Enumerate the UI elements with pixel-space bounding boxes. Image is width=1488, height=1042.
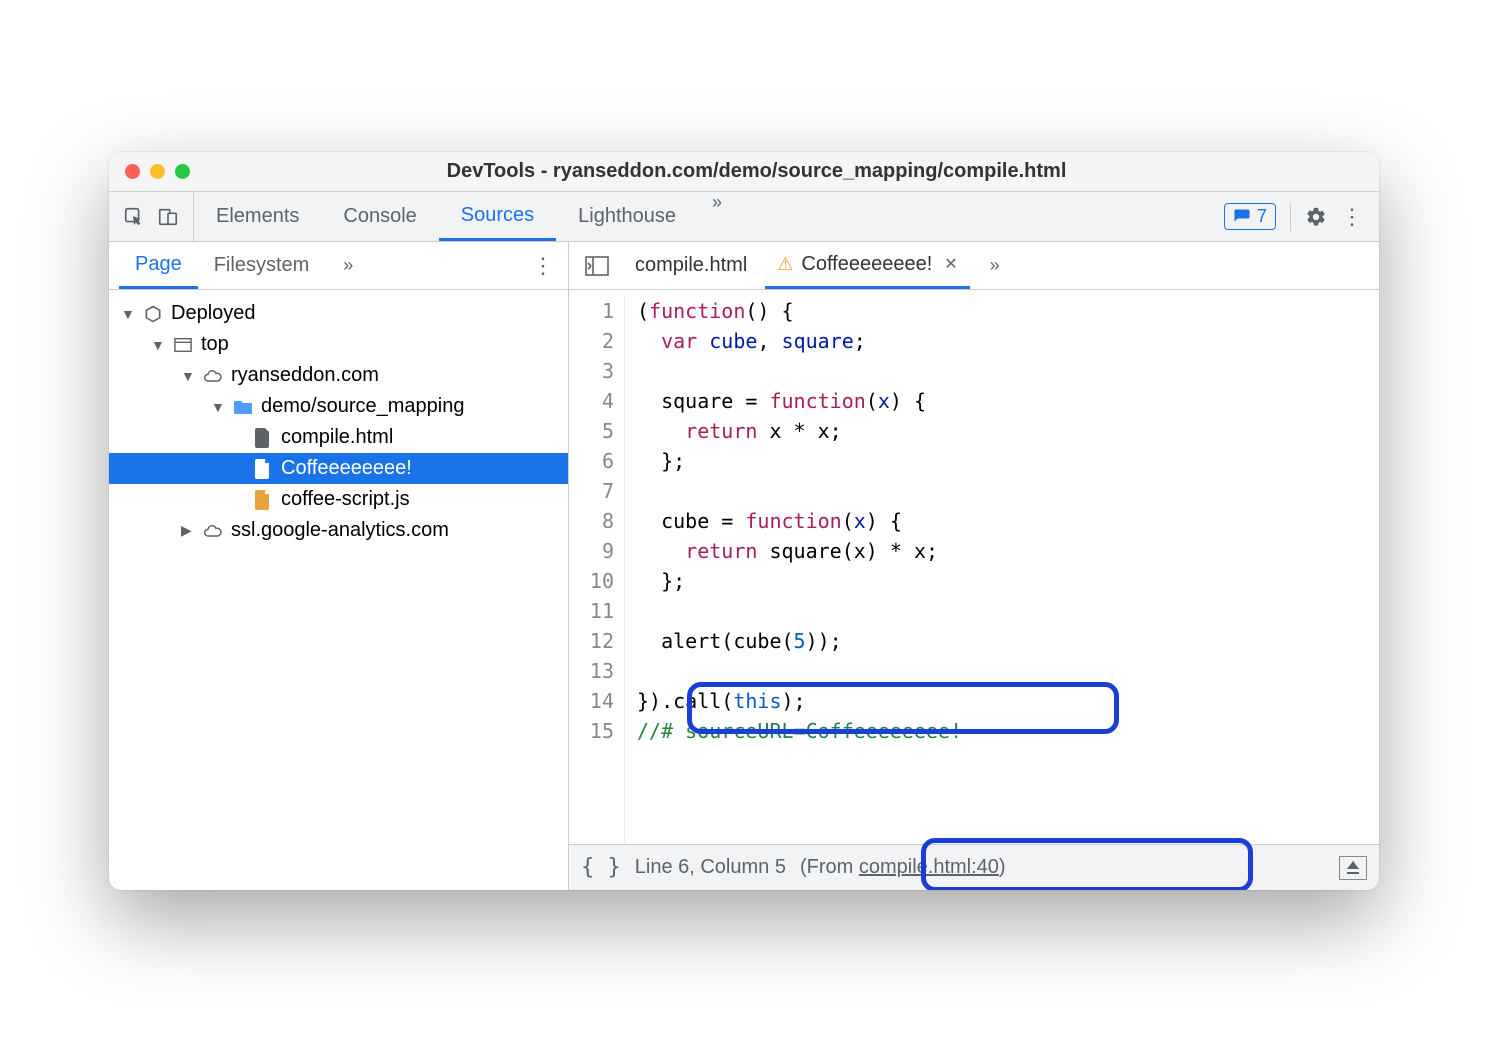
- show-debugger-button[interactable]: [1339, 856, 1367, 880]
- editor-statusbar: { } Line 6, Column 5 (From compile.html:…: [569, 844, 1379, 890]
- subtab-page[interactable]: Page: [119, 242, 198, 289]
- kebab-menu-icon[interactable]: ⋮: [1341, 206, 1363, 228]
- tab-sources[interactable]: Sources: [439, 192, 556, 241]
- window-title: DevTools - ryanseddon.com/demo/source_ma…: [150, 160, 1363, 183]
- tree-frame-top[interactable]: ▼ top: [109, 329, 568, 360]
- warning-icon: ⚠: [777, 254, 793, 275]
- line-gutter: 123456789101112131415: [569, 296, 625, 844]
- code-content[interactable]: (function() { var cube, square; square =…: [625, 296, 962, 844]
- close-window-button[interactable]: [125, 164, 140, 179]
- tree-domain-analytics[interactable]: ▶ ssl.google-analytics.com: [109, 515, 568, 546]
- tree-file-coffee[interactable]: Coffeeeeeeee!: [109, 453, 568, 484]
- cloud-icon: [203, 521, 223, 541]
- tab-lighthouse[interactable]: Lighthouse: [556, 192, 698, 241]
- cube-icon: [143, 304, 163, 324]
- tree-folder[interactable]: ▼ demo/source_mapping: [109, 391, 568, 422]
- tree-domain-ryanseddon[interactable]: ▼ ryanseddon.com: [109, 360, 568, 391]
- code-editor[interactable]: 123456789101112131415 (function() { var …: [569, 290, 1379, 890]
- annotation-highlight-sourceurl: [687, 682, 1119, 734]
- cloud-icon: [203, 366, 223, 386]
- devtools-window: DevTools - ryanseddon.com/demo/source_ma…: [109, 152, 1379, 890]
- titlebar: DevTools - ryanseddon.com/demo/source_ma…: [109, 152, 1379, 192]
- navigator-menu-icon[interactable]: ⋮: [518, 253, 568, 279]
- file-icon: [253, 459, 273, 479]
- feedback-count: 7: [1257, 206, 1267, 227]
- file-tab-compile[interactable]: compile.html: [623, 242, 759, 289]
- device-toolbar-icon[interactable]: [157, 206, 179, 228]
- more-filetabs-button[interactable]: »: [976, 255, 1014, 276]
- subtab-filesystem[interactable]: Filesystem: [198, 242, 326, 289]
- close-tab-button[interactable]: ✕: [944, 254, 957, 274]
- feedback-badge[interactable]: 7: [1224, 203, 1276, 230]
- more-tabs-button[interactable]: »: [698, 192, 736, 241]
- file-icon: [253, 428, 273, 448]
- panel-tabs: Elements Console Sources Lighthouse »: [194, 192, 736, 241]
- main-toolbar: Elements Console Sources Lighthouse » 7 …: [109, 192, 1379, 242]
- tab-console[interactable]: Console: [321, 192, 438, 241]
- sources-subbar: Page Filesystem » ⋮ compile.html ⚠ Coffe…: [109, 242, 1379, 290]
- tree-file-compile[interactable]: compile.html: [109, 422, 568, 453]
- file-tree[interactable]: ▼ Deployed ▼ top ▼ ryanseddon.com: [109, 290, 569, 890]
- file-tab-label: compile.html: [635, 254, 747, 277]
- tree-file-coffeescript-js[interactable]: coffee-script.js: [109, 484, 568, 515]
- more-subtabs-button[interactable]: »: [329, 255, 367, 276]
- inspect-element-icon[interactable]: [123, 206, 145, 228]
- file-tab-label: Coffeeeeeeee!: [801, 253, 932, 276]
- js-file-icon: [253, 490, 273, 510]
- frame-icon: [173, 335, 193, 355]
- annotation-highlight-from: [921, 838, 1253, 890]
- navigator-toggle-icon[interactable]: [577, 256, 617, 276]
- tree-root-deployed[interactable]: ▼ Deployed: [109, 298, 568, 329]
- settings-icon[interactable]: [1305, 206, 1327, 228]
- file-tab-coffee[interactable]: ⚠ Coffeeeeeeee! ✕: [765, 242, 969, 289]
- tab-elements[interactable]: Elements: [194, 192, 321, 241]
- folder-icon: [233, 397, 253, 417]
- pretty-print-button[interactable]: { }: [581, 855, 621, 880]
- cursor-position: Line 6, Column 5: [635, 856, 786, 879]
